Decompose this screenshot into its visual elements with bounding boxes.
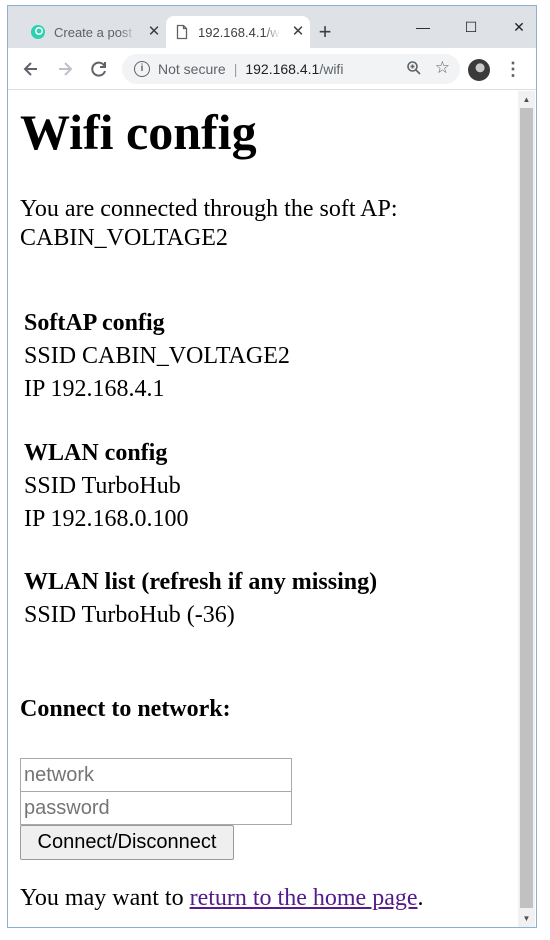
vertical-scrollbar[interactable]: ▲ ▼ xyxy=(518,91,535,927)
address-bar[interactable]: i Not secure | 192.168.4.1/wifi ☆ xyxy=(122,54,460,84)
password-input[interactable]: password xyxy=(20,791,292,825)
page-title: Wifi config xyxy=(20,104,257,160)
wlan-ssid: SSID TurboHub xyxy=(24,473,181,499)
forward-arrow-icon[interactable] xyxy=(52,56,78,82)
tab-strip: Create a post ✕ 192.168.4.1/wifi ✕ + — ☐… xyxy=(8,6,536,48)
softap-heading: SoftAP config xyxy=(24,310,165,336)
scrollbar-thumb[interactable] xyxy=(520,108,533,908)
back-arrow-icon[interactable] xyxy=(18,56,44,82)
tab-close-icon[interactable]: ✕ xyxy=(146,24,162,40)
softap-ip: IP 192.168.4.1 xyxy=(24,376,165,402)
close-window-button[interactable]: ✕ xyxy=(496,12,542,42)
info-icon[interactable]: i xyxy=(134,61,150,77)
tab-close-icon[interactable]: ✕ xyxy=(290,24,306,40)
new-tab-button[interactable]: + xyxy=(314,21,336,44)
soft-ap-name: CABIN_VOLTAGE2 xyxy=(20,225,228,251)
url-path: /wifi xyxy=(319,61,344,77)
connect-heading: Connect to network: xyxy=(20,696,231,722)
app-favicon-icon xyxy=(30,24,46,40)
minimize-button[interactable]: — xyxy=(400,12,446,42)
network-input[interactable]: network xyxy=(20,758,292,792)
more-menu-icon[interactable]: ⋮ xyxy=(504,56,522,82)
footer-suffix: . xyxy=(417,885,424,911)
wlan-list-heading: WLAN list (refresh if any missing) xyxy=(24,569,378,595)
wlan-heading: WLAN config xyxy=(24,440,168,466)
browser-toolbar: i Not secure | 192.168.4.1/wifi ☆ ⋮ xyxy=(8,48,536,90)
maximize-button[interactable]: ☐ xyxy=(448,12,494,42)
scroll-down-arrow-icon[interactable]: ▼ xyxy=(518,910,535,927)
wlan-list-item: SSID TurboHub (-36) xyxy=(24,602,235,628)
home-page-link[interactable]: return to the home page xyxy=(190,885,418,911)
profile-avatar[interactable] xyxy=(468,59,490,81)
bookmark-star-icon[interactable]: ☆ xyxy=(435,58,450,78)
footer-prefix: You may want to xyxy=(20,885,190,911)
tab-create-post[interactable]: Create a post ✕ xyxy=(22,16,164,48)
browser-window: Create a post ✕ 192.168.4.1/wifi ✕ + — ☐… xyxy=(0,0,550,940)
zoom-icon[interactable] xyxy=(406,60,422,76)
tab-title: 192.168.4.1/wifi xyxy=(198,24,280,40)
connect-disconnect-button[interactable]: Connect/Disconnect xyxy=(20,825,234,860)
wlan-ip: IP 192.168.0.100 xyxy=(24,506,189,532)
security-label: Not secure xyxy=(158,61,226,77)
softap-ssid: SSID CABIN_VOLTAGE2 xyxy=(24,343,290,369)
page-content: Wifi config You are connected through th… xyxy=(8,91,518,927)
footer-text: You may want to return to the home page. xyxy=(20,884,424,913)
intro-text: You are connected through the soft AP: xyxy=(20,196,398,222)
page-document-icon xyxy=(174,24,190,40)
url-text: 192.168.4.1/wifi xyxy=(245,61,343,77)
tab-wifi[interactable]: 192.168.4.1/wifi ✕ xyxy=(166,16,310,48)
url-separator: | xyxy=(233,61,238,77)
tab-title: Create a post xyxy=(54,24,133,40)
reload-icon[interactable] xyxy=(86,56,112,82)
scroll-up-arrow-icon[interactable]: ▲ xyxy=(518,91,535,108)
url-host: 192.168.4.1 xyxy=(245,61,320,77)
